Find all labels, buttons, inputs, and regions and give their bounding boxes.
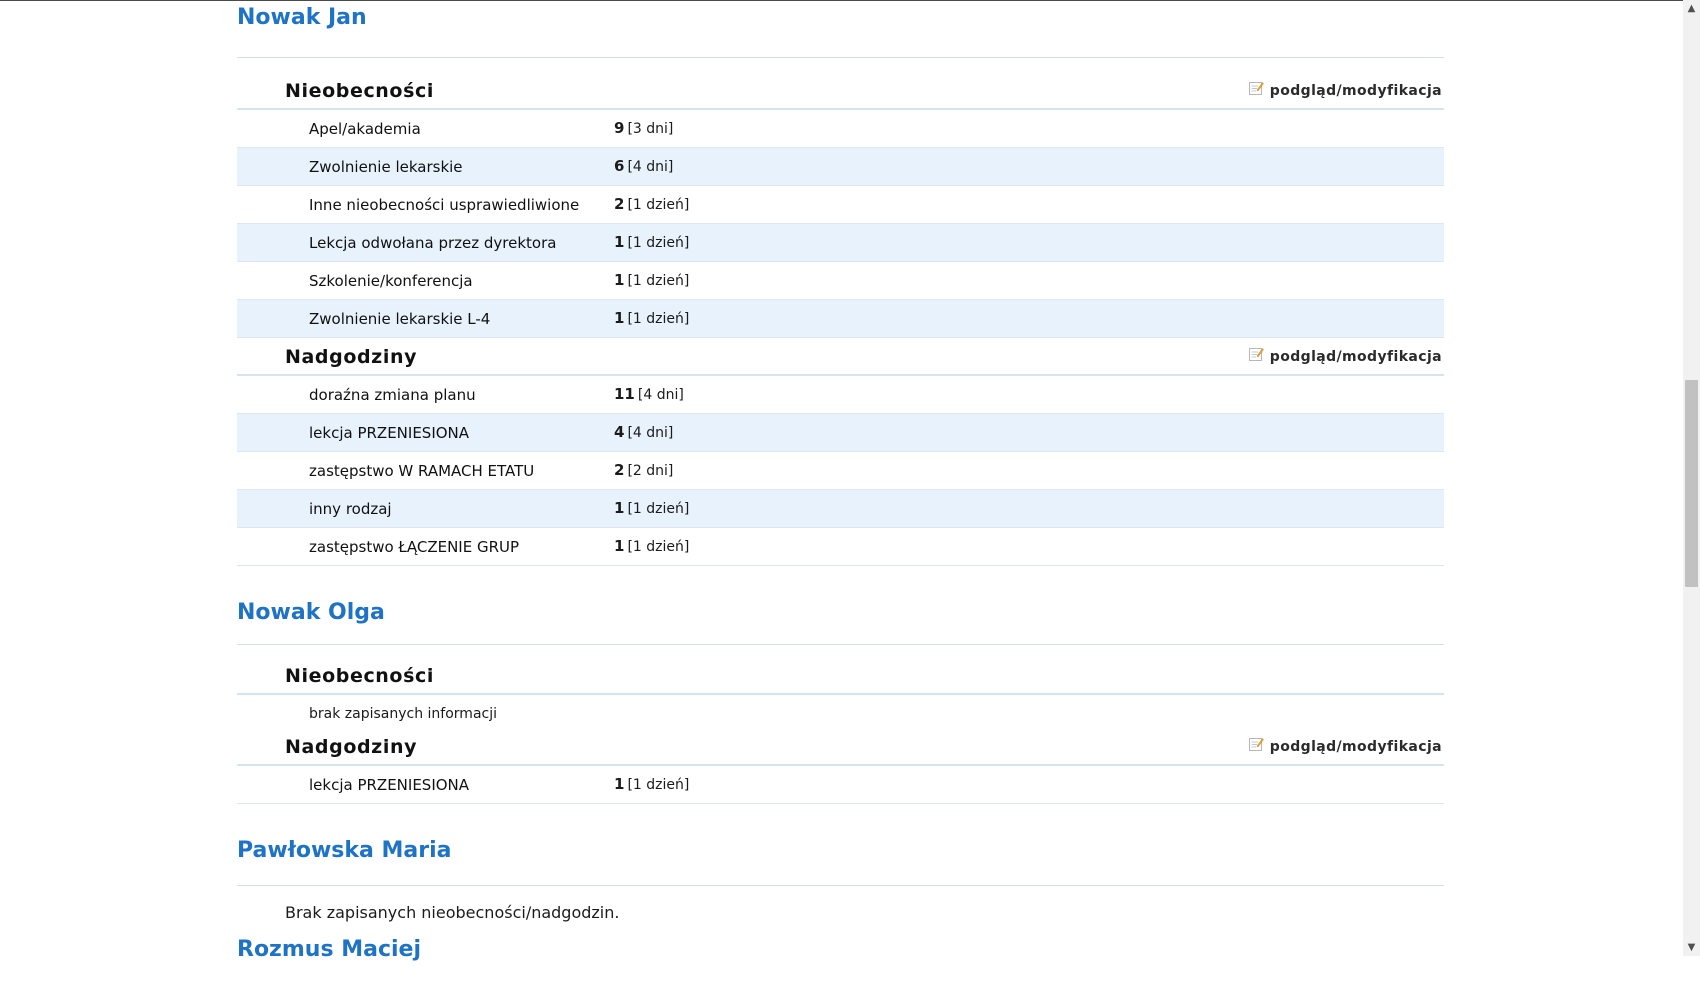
row-days: [4 dni] (627, 159, 674, 175)
table-row: Zwolnienie lekarskie L-4 1 [1 dzień] (237, 300, 1444, 338)
row-count: 2 [2 dni] (614, 461, 674, 479)
overtime-edit-link[interactable]: podgląd/modyfikacja (1248, 737, 1442, 755)
overtime-header: Nadgodziny podgląd/modyfikacja (237, 733, 1444, 766)
person-nowak-jan: Nowak Jan Nieobecności podgląd/modyfikac… (237, 0, 1444, 566)
overtime-title: Nadgodziny (285, 346, 418, 368)
empty-info: brak zapisanych informacji (237, 695, 1444, 733)
person-rozmus-maciej: Rozmus Maciej (237, 932, 1444, 990)
table-row: Inne nieobecności usprawiedliwione 2 [1 d… (237, 186, 1444, 224)
edit-link-label: podgląd/modyfikacja (1269, 83, 1442, 99)
person-nowak-olga: Nowak Olga Nieobecności brak zapisanych … (237, 595, 1444, 804)
row-label: Zwolnienie lekarskie (309, 158, 463, 176)
row-count: 11 [4 dni] (614, 385, 684, 403)
row-label: lekcja PRZENIESIONA (309, 424, 470, 442)
edit-icon (1248, 81, 1264, 96)
row-label: Zwolnienie lekarskie L-4 (309, 310, 491, 328)
vertical-scrollbar[interactable]: ▲ ▼ (1683, 0, 1700, 956)
person-pawlowska-maria: Pawłowska Maria Brak zapisanych nieobecn… (237, 833, 1444, 932)
overtime-title: Nadgodziny (285, 736, 418, 758)
row-label: inny rodzaj (309, 500, 392, 518)
row-days: [1 dzień] (627, 777, 690, 793)
absences-edit-link[interactable]: podgląd/modyfikacja (1248, 81, 1442, 99)
person-name[interactable]: Nowak Olga (237, 595, 1444, 645)
empty-info-text: brak zapisanych informacji (309, 706, 497, 722)
table-row: inny rodzaj 1 [1 dzień] (237, 490, 1444, 528)
row-days: [1 dzień] (627, 273, 690, 289)
row-count: 1 [1 dzień] (614, 309, 690, 327)
row-days: [4 dni] (637, 387, 684, 403)
absences-header: Nieobecności (237, 645, 1444, 695)
edit-link-label: podgląd/modyfikacja (1269, 739, 1442, 755)
row-days: [4 dni] (627, 425, 674, 441)
edit-icon (1248, 347, 1264, 362)
row-label: doraźna zmiana planu (309, 386, 476, 404)
row-count: 2 [1 dzień] (614, 195, 690, 213)
person-name[interactable]: Nowak Jan (237, 0, 1444, 58)
no-records-label: Brak zapisanych nieobecności/nadgodzin. (285, 903, 620, 922)
scroll-down-icon[interactable]: ▼ (1683, 939, 1700, 956)
row-count: 1 [1 dzień] (614, 775, 690, 793)
table-row: lekcja PRZENIESIONA 4 [4 dni] (237, 414, 1444, 452)
scroll-up-icon[interactable]: ▲ (1683, 0, 1700, 17)
person-name[interactable]: Pawłowska Maria (237, 833, 1444, 886)
absences-title: Nieobecności (285, 665, 434, 687)
table-row: zastępstwo ŁĄCZENIE GRUP 1 [1 dzień] (237, 528, 1444, 566)
absences-title: Nieobecności (285, 80, 434, 102)
row-label: Apel/akademia (309, 120, 421, 138)
row-days: [1 dzień] (627, 539, 690, 555)
no-records-text: Brak zapisanych nieobecności/nadgodzin. (237, 886, 1444, 932)
row-count: 1 [1 dzień] (614, 499, 690, 517)
row-label: zastępstwo ŁĄCZENIE GRUP (309, 538, 520, 556)
row-label: Lekcja odwołana przez dyrektora (309, 234, 557, 252)
row-count: 9 [3 dni] (614, 119, 674, 137)
row-count: 6 [4 dni] (614, 157, 674, 175)
row-count: 4 [4 dni] (614, 423, 674, 441)
edit-link-label: podgląd/modyfikacja (1269, 349, 1442, 365)
row-label: lekcja PRZENIESIONA (309, 776, 470, 794)
row-label: Szkolenie/konferencja (309, 272, 473, 290)
row-count: 1 [1 dzień] (614, 271, 690, 289)
edit-icon (1248, 737, 1264, 752)
table-row: Zwolnienie lekarskie 6 [4 dni] (237, 148, 1444, 186)
teacher-report: Nowak Jan Nieobecności podgląd/modyfikac… (237, 0, 1444, 990)
person-name[interactable]: Rozmus Maciej (237, 932, 1444, 990)
row-count: 1 [1 dzień] (614, 537, 690, 555)
table-row: lekcja PRZENIESIONA 1 [1 dzień] (237, 766, 1444, 804)
overtime-edit-link[interactable]: podgląd/modyfikacja (1248, 347, 1442, 365)
absences-header: Nieobecności podgląd/modyfikacja (237, 58, 1444, 110)
row-label: Inne nieobecności usprawiedliwione (309, 196, 580, 214)
table-row: Szkolenie/konferencja 1 [1 dzień] (237, 262, 1444, 300)
scrollbar-thumb[interactable] (1685, 380, 1698, 587)
row-count: 1 [1 dzień] (614, 233, 690, 251)
table-row: doraźna zmiana planu 11 [4 dni] (237, 376, 1444, 414)
table-row: Apel/akademia 9 [3 dni] (237, 110, 1444, 148)
row-days: [1 dzień] (627, 311, 690, 327)
row-days: [1 dzień] (627, 235, 690, 251)
row-days: [3 dni] (627, 121, 674, 137)
overtime-header: Nadgodziny podgląd/modyfikacja (237, 338, 1444, 376)
row-days: [2 dni] (627, 463, 674, 479)
row-days: [1 dzień] (627, 197, 690, 213)
row-days: [1 dzień] (627, 501, 690, 517)
table-row: Lekcja odwołana przez dyrektora 1 [1 dzie… (237, 224, 1444, 262)
row-label: zastępstwo W RAMACH ETATU (309, 462, 535, 480)
table-row: zastępstwo W RAMACH ETATU 2 [2 dni] (237, 452, 1444, 490)
